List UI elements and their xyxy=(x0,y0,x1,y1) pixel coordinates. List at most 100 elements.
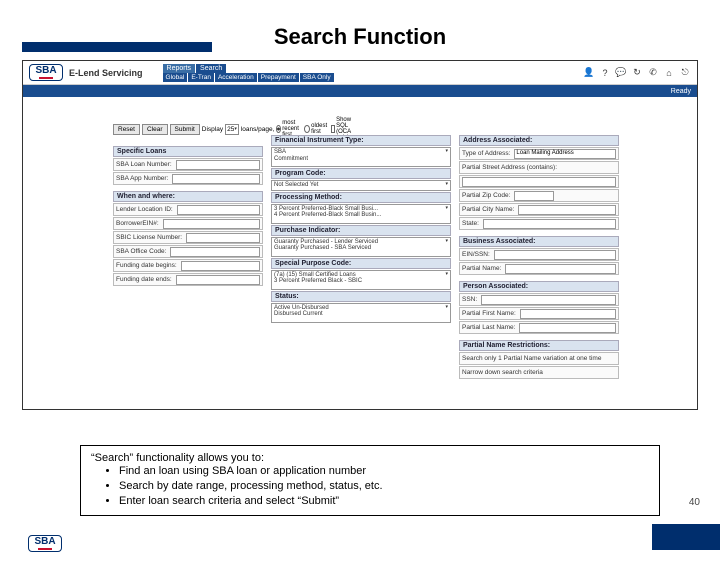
notes-bullet-1: Find an loan using SBA loan or applicati… xyxy=(119,464,649,479)
form-toolbar: Reset Clear Submit Display 25 loans/page… xyxy=(113,117,263,141)
column-specific-loans: Reset Clear Submit Display 25 loans/page… xyxy=(113,117,263,379)
input-partial-zip[interactable] xyxy=(514,191,554,201)
home-icon[interactable]: ⌂ xyxy=(663,67,675,79)
app-header: SBA E-Lend Servicing Reports Search Glob… xyxy=(23,61,697,85)
logout-icon[interactable]: ⎋ xyxy=(679,67,691,79)
reset-button[interactable]: Reset xyxy=(113,124,140,135)
tab-row: Reports Search Global E-Tran Acceleratio… xyxy=(163,64,334,82)
footer-accent-band xyxy=(652,524,720,550)
display-select[interactable]: 25 xyxy=(225,124,239,135)
subtab-global[interactable]: Global xyxy=(163,73,188,82)
input-funding-begin[interactable] xyxy=(181,261,260,271)
user-icon[interactable]: 👤 xyxy=(583,67,595,79)
restriction-note-1: Search only 1 Partial Name variation at … xyxy=(459,352,619,365)
input-state[interactable] xyxy=(483,219,616,229)
column-associated: Address Associated: Type of Address:Loan… xyxy=(459,117,619,379)
status-ready: Ready xyxy=(671,88,691,95)
logo-rule xyxy=(39,77,53,79)
notes-bullet-2: Search by date range, processing method,… xyxy=(119,479,649,494)
submit-button[interactable]: Submit xyxy=(170,124,200,135)
list-program-code[interactable]: Not Selected Yet xyxy=(271,180,451,191)
search-form: Reset Clear Submit Display 25 loans/page… xyxy=(23,97,697,385)
field-state: State: xyxy=(459,217,619,230)
sba-logo: SBA xyxy=(29,64,63,81)
status-bar: Ready xyxy=(23,85,697,97)
refresh-icon[interactable]: ↻ xyxy=(631,67,643,79)
input-sba-office-code[interactable] xyxy=(170,247,260,257)
subtab-sbaonly[interactable]: SBA Only xyxy=(300,73,334,82)
tab-reports[interactable]: Reports xyxy=(163,64,196,73)
display-value: 25 xyxy=(227,126,234,133)
phone-icon[interactable]: ✆ xyxy=(647,67,659,79)
logo-text: SBA xyxy=(35,65,56,76)
section-business-assoc: Business Associated: xyxy=(459,236,619,247)
list-status[interactable]: Active Un-Disbursed Disbursed Current xyxy=(271,303,451,323)
section-when-where: When and where: xyxy=(113,191,263,202)
field-biz-einssn: EIN/SSN: xyxy=(459,248,619,261)
field-sba-app-number: SBA App Number: xyxy=(113,172,263,185)
clear-button[interactable]: Clear xyxy=(142,124,168,135)
input-sbic-license[interactable] xyxy=(186,233,260,243)
list-special-purpose[interactable]: (7a) (15) Small Certified Loans 3 Percen… xyxy=(271,270,451,290)
input-sba-loan-number[interactable] xyxy=(176,160,260,170)
tab-search[interactable]: Search xyxy=(196,64,226,73)
field-partial-first: Partial First Name: xyxy=(459,307,619,320)
notes-bullet-3: Enter loan search criteria and select “S… xyxy=(119,494,649,509)
input-person-ssn[interactable] xyxy=(481,295,616,305)
input-biz-partial-name[interactable] xyxy=(505,264,616,274)
field-funding-begin: Funding date begins: xyxy=(113,259,263,272)
list-fin-instrument[interactable]: SBA Commitment xyxy=(271,147,451,167)
head-status: Status: xyxy=(271,291,451,302)
page-number: 40 xyxy=(689,497,700,508)
head-purchase-indicator: Purchase Indicator: xyxy=(271,225,451,236)
input-funding-end[interactable] xyxy=(176,275,260,285)
input-partial-last[interactable] xyxy=(519,323,616,333)
input-partial-first[interactable] xyxy=(520,309,616,319)
chat-icon[interactable]: 💬 xyxy=(615,67,627,79)
input-lender-location[interactable] xyxy=(177,205,260,215)
input-sba-app-number[interactable] xyxy=(172,174,260,184)
field-type-address: Type of Address:Loan Mailing Address xyxy=(459,147,619,160)
section-partial-restrictions: Partial Name Restrictions: xyxy=(459,340,619,351)
brand-label: E-Lend Servicing xyxy=(69,68,143,78)
field-partial-last: Partial Last Name: xyxy=(459,321,619,334)
field-sba-loan-number: SBA Loan Number: xyxy=(113,158,263,171)
field-partial-street: Partial Street Address (contains): xyxy=(459,161,619,174)
app-window: SBA E-Lend Servicing Reports Search Glob… xyxy=(22,60,698,410)
header-icons: 👤 ? 💬 ↻ ✆ ⌂ ⎋ xyxy=(583,67,697,79)
section-person-assoc: Person Associated: xyxy=(459,281,619,292)
footer-logo: SBA xyxy=(28,535,62,552)
list-processing-method[interactable]: 3 Percent Preferred-Black Small Busi... … xyxy=(271,204,451,224)
field-sba-office-code: SBA Office Code: xyxy=(113,245,263,258)
field-person-ssn: SSN: xyxy=(459,293,619,306)
restriction-note-2: Narrow down search criteria xyxy=(459,366,619,379)
head-program-code: Program Code: xyxy=(271,168,451,179)
section-address-assoc: Address Associated: xyxy=(459,135,619,146)
input-partial-street[interactable] xyxy=(462,177,616,187)
subtab-etran[interactable]: E-Tran xyxy=(188,73,214,82)
section-specific-loans: Specific Loans xyxy=(113,146,263,157)
notes-box: “Search” functionality allows you to: Fi… xyxy=(80,445,660,516)
field-sbic-license: SBIC License Number: xyxy=(113,231,263,244)
field-funding-end: Funding date ends: xyxy=(113,273,263,286)
field-lender-location: Lender Location ID: xyxy=(113,203,263,216)
field-borrower-ein: BorrowerEIN#: xyxy=(113,217,263,230)
help-icon[interactable]: ? xyxy=(599,67,611,79)
input-biz-einssn[interactable] xyxy=(494,250,616,260)
notes-lead: “Search” functionality allows you to: xyxy=(91,452,649,464)
input-type-address[interactable]: Loan Mailing Address xyxy=(514,149,616,159)
field-biz-partial-name: Partial Name: xyxy=(459,262,619,275)
field-partial-city: Partial City Name: xyxy=(459,203,619,216)
field-partial-zip: Partial Zip Code: xyxy=(459,189,619,202)
subtab-prepayment[interactable]: Prepayment xyxy=(258,73,299,82)
subtab-acceleration[interactable]: Acceleration xyxy=(215,73,257,82)
display-post: loans/page, xyxy=(241,126,275,133)
input-partial-city[interactable] xyxy=(518,205,616,215)
field-partial-street-input xyxy=(459,175,619,188)
display-pre: Display xyxy=(202,126,223,133)
input-borrower-ein[interactable] xyxy=(163,219,260,229)
head-processing-method: Processing Method: xyxy=(271,192,451,203)
head-fin-instrument: Financial Instrument Type: xyxy=(271,135,451,146)
list-purchase-indicator[interactable]: Guaranty Purchased - Lender Serviced Gua… xyxy=(271,237,451,257)
head-special-purpose: Special Purpose Code: xyxy=(271,258,451,269)
